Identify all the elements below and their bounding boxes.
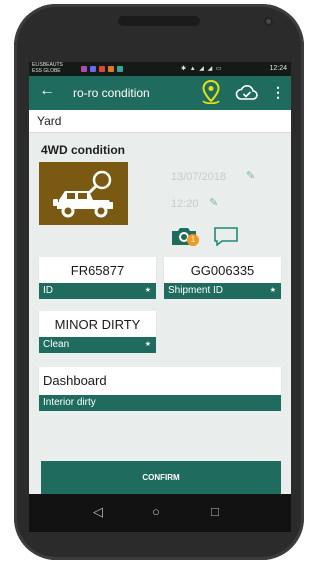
- edit-date-pencil-icon[interactable]: ✎: [246, 169, 255, 182]
- clean-label: Clean: [43, 339, 70, 350]
- time-value: 12:20: [171, 198, 199, 210]
- interior-dirty-value: Dashboard: [43, 373, 107, 388]
- page-title: ro-ro condition: [73, 86, 150, 100]
- main-content: 4WD condition 13/07/2018 ✎ 12:20 ✎ 1 FR6…: [29, 133, 291, 494]
- notification-icon: [81, 66, 87, 72]
- shipment-id-value: GG006335: [190, 263, 255, 278]
- required-star-icon: ★: [144, 341, 151, 348]
- interior-dirty-label-bar: Interior dirty: [39, 395, 281, 411]
- notification-icons: [81, 66, 123, 72]
- section-title: 4WD condition: [41, 143, 125, 157]
- id-label-bar: ID ★: [39, 283, 156, 299]
- id-value: FR65877: [70, 263, 125, 278]
- comment-icon[interactable]: [213, 226, 239, 246]
- clean-field[interactable]: MINOR DIRTY: [39, 311, 156, 337]
- clean-value: MINOR DIRTY: [54, 317, 141, 332]
- back-arrow-icon[interactable]: ←: [39, 82, 55, 100]
- speaker-grille: [118, 16, 200, 26]
- notification-icon: [117, 66, 123, 72]
- app-bar: ← ro-ro condition ⋮: [29, 76, 291, 110]
- more-vertical-icon[interactable]: ⋮: [271, 84, 285, 101]
- map-pin-icon[interactable]: [199, 79, 223, 107]
- nav-back-icon[interactable]: ◁: [93, 504, 103, 520]
- id-field[interactable]: FR65877: [39, 257, 156, 283]
- notification-icon: [99, 66, 105, 72]
- clock: 12:24: [269, 65, 287, 72]
- android-nav-bar: ◁ ○ □: [29, 494, 291, 532]
- yard-label: Yard: [37, 114, 62, 128]
- required-star-icon: ★: [269, 287, 276, 294]
- shipment-id-label-bar: Shipment ID ★: [164, 283, 281, 299]
- yard-field[interactable]: Yard: [29, 110, 291, 133]
- shipment-id-label: Shipment ID: [168, 285, 224, 296]
- jeep-search-icon: [53, 170, 113, 218]
- shipment-id-field[interactable]: GG006335: [164, 257, 281, 283]
- required-star-icon: ★: [144, 287, 151, 294]
- notification-icon: [90, 66, 96, 72]
- status-bar: ELISBEAUTS ESS GLOBE ✱ ▲ ◢ ◢ ▭ 12:24: [29, 62, 291, 76]
- edit-time-pencil-icon[interactable]: ✎: [209, 196, 218, 209]
- photo-count-badge: 1: [187, 234, 199, 246]
- carrier-label: ELISBEAUTS ESS GLOBE: [32, 62, 63, 74]
- confirm-button[interactable]: CONFIRM: [41, 461, 281, 494]
- app-screen: ELISBEAUTS ESS GLOBE ✱ ▲ ◢ ◢ ▭ 12:24 ← r…: [29, 62, 291, 494]
- vehicle-photo-tile[interactable]: [39, 162, 128, 225]
- nav-recents-icon[interactable]: □: [211, 504, 219, 519]
- notification-icon: [108, 66, 114, 72]
- front-camera: [264, 17, 273, 26]
- system-icons: ✱ ▲ ◢ ◢ ▭: [181, 66, 223, 72]
- interior-dirty-field[interactable]: Dashboard: [39, 367, 281, 395]
- interior-dirty-label: Interior dirty: [43, 397, 96, 408]
- id-label: ID: [43, 285, 53, 296]
- nav-home-icon[interactable]: ○: [152, 504, 160, 519]
- clean-label-bar: Clean ★: [39, 337, 156, 353]
- date-value: 13/07/2018: [171, 171, 227, 183]
- cloud-check-icon[interactable]: [235, 83, 259, 103]
